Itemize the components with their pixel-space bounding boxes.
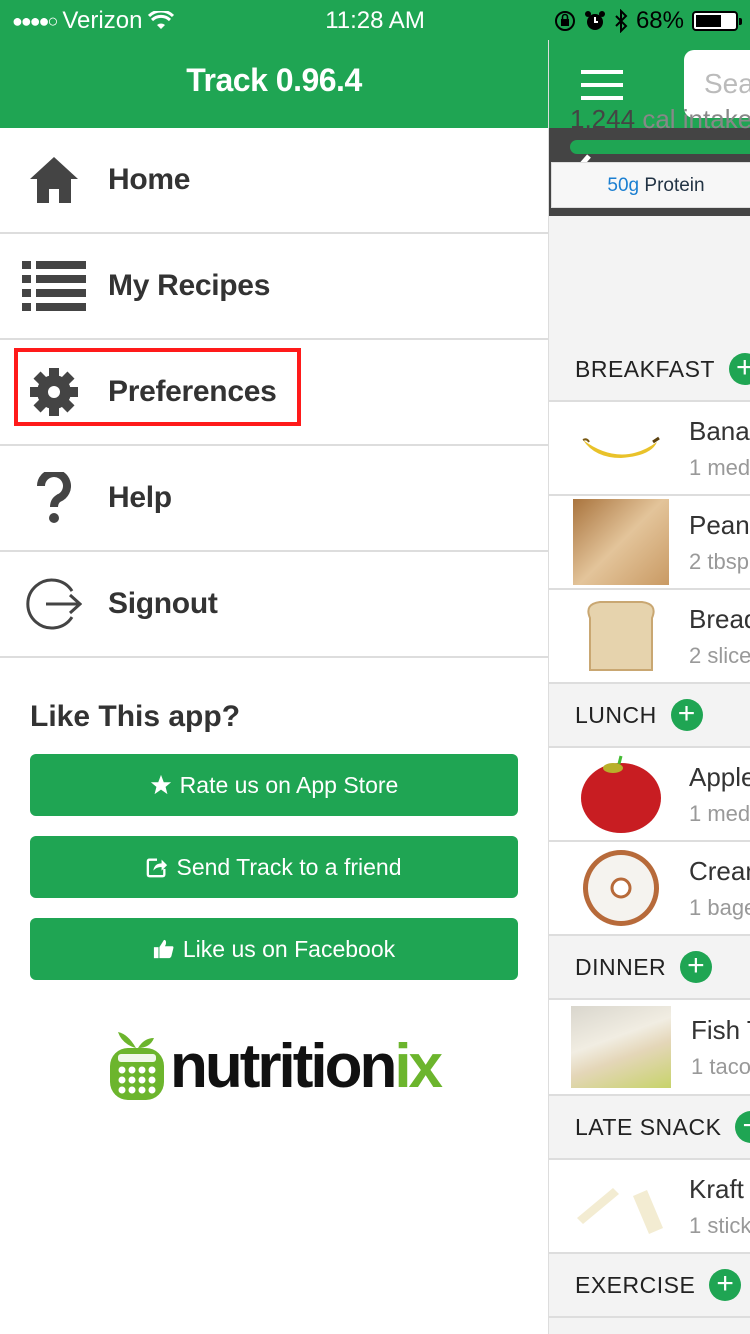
menu-item-my-recipes[interactable]: My Recipes [0,234,548,340]
logo-text-main: nutrition [169,1031,397,1101]
section-title: LUNCH [575,701,657,728]
gear-icon [0,368,108,416]
food-name: Banana [689,415,750,446]
list-item[interactable]: Fish Taco 1 taco [549,1000,750,1096]
food-name: Peanut Butter [689,509,750,540]
status-bar: ●●●●○ Verizon 11:28 AM 68% [0,0,750,40]
menu-item-home[interactable]: Home [0,128,548,234]
calorie-progress-bar [570,140,750,154]
home-icon [0,157,108,203]
facebook-like-button[interactable]: Like us on Facebook [30,918,518,980]
menu-item-signout[interactable]: Signout [0,552,548,658]
banana-thumbnail [573,405,669,491]
section-title: LATE SNACK [575,1113,722,1140]
menu-item-label: My Recipes [108,269,271,302]
protein-label: Protein [644,175,705,196]
list-item[interactable]: Bread 2 slices [549,590,750,684]
logo-text-accent: ix [394,1031,443,1101]
section-title: DINNER [575,953,667,980]
share-icon [147,858,168,878]
menu-item-label: Preferences [108,375,277,408]
food-qty: 2 slices [689,642,750,668]
section-header-late-snack: LATE SNACK + [549,1096,750,1160]
calculator-apple-icon [109,1032,164,1100]
list-item[interactable]: Peanut Butter 2 tbsp [549,496,750,590]
rate-app-button[interactable]: Rate us on App Store [30,754,518,816]
food-qty: 1 taco [691,1053,750,1079]
thumbs-up-icon [153,939,174,959]
nutritionix-logo: nutritionix [30,1030,518,1102]
menu-item-help[interactable]: Help [0,446,548,552]
app-screen: ●●●●○ Verizon 11:28 AM 68% Track 0.96.4 … [0,0,750,1334]
menu-item-label: Signout [108,587,218,620]
add-dinner-icon[interactable]: + [680,951,713,983]
share-app-label: Send Track to a friend [176,853,402,880]
food-name: Cream Cheese [689,855,750,886]
protein-summary: 50g Protein [551,162,750,208]
share-app-button[interactable]: Send Track to a friend [30,836,518,898]
food-qty: 1 bagel [689,894,750,920]
calorie-label: cal intake [642,104,750,134]
list-item[interactable]: Cream Cheese 1 bagel [549,842,750,936]
section-header-dinner: DINNER + [549,936,750,1000]
rate-app-label: Rate us on App Store [179,771,399,798]
add-lunch-icon[interactable]: + [670,699,703,731]
menu-item-label: Help [108,481,172,514]
protein-value: 50g [607,175,640,196]
battery-icon [692,11,742,31]
peanut-butter-thumbnail [573,499,669,585]
menu-item-preferences[interactable]: Preferences [0,340,548,446]
question-icon [0,472,108,524]
facebook-like-label: Like us on Facebook [182,935,396,962]
fish-taco-thumbnail [571,1006,671,1088]
logo-wordmark: nutritionix [169,1031,443,1102]
list-item[interactable]: Banana 1 medium [549,402,750,496]
calorie-summary: 1,244 cal intake [570,104,750,135]
alarm-icon [584,11,605,30]
clock: 11:28 AM [325,7,425,34]
apple-thumbnail [573,751,669,837]
food-qty: 1 medium [689,800,750,826]
add-late-snack-icon[interactable]: + [735,1111,750,1143]
bagel-thumbnail [573,845,669,931]
app-title: Track 0.96.4 [186,62,362,98]
menu-item-label: Home [108,163,191,196]
battery-percent: 68% [635,7,684,34]
food-name: Bread [689,603,750,634]
food-qty: 1 medium [689,454,750,480]
signout-icon [0,577,108,631]
food-name: Kraft [689,1173,744,1204]
food-name: Fish Taco [691,1014,750,1045]
star-icon [150,774,171,795]
hamburger-menu-icon[interactable] [581,70,623,100]
food-qty: 2 tbsp [689,548,749,574]
side-drawer: Track 0.96.4 Home My Recipes Preferences [0,0,549,1334]
bluetooth-icon [615,9,628,33]
calorie-value: 1,244 [570,104,636,134]
food-name: Apple [689,761,750,792]
section-title: EXERCISE [575,1271,696,1298]
list-item[interactable]: Apple 1 medium [549,748,750,842]
section-header-exercise: EXERCISE + [549,1254,750,1318]
list-item[interactable]: Kraft 1 stick [549,1160,750,1254]
add-breakfast-icon[interactable]: + [728,353,750,385]
section-header-breakfast: BREAKFAST + [549,338,750,402]
promo-section: Like This app? Rate us on App Store Send… [0,658,548,1102]
food-qty: 1 stick [689,1212,750,1238]
bread-thumbnail [573,593,669,679]
rotation-lock-icon [554,11,575,31]
main-pane: Search 1,244 cal intake 50g Protein BREA… [549,0,750,1334]
section-title: BREAKFAST [575,355,715,382]
add-exercise-icon[interactable]: + [709,1269,742,1301]
meal-log: BREAKFAST + Banana 1 medium Peanut Butter… [549,338,750,1318]
list-icon [0,261,108,311]
promo-title: Like This app? [30,700,241,733]
string-cheese-thumbnail [573,1163,669,1249]
section-header-lunch: LUNCH + [549,684,750,748]
